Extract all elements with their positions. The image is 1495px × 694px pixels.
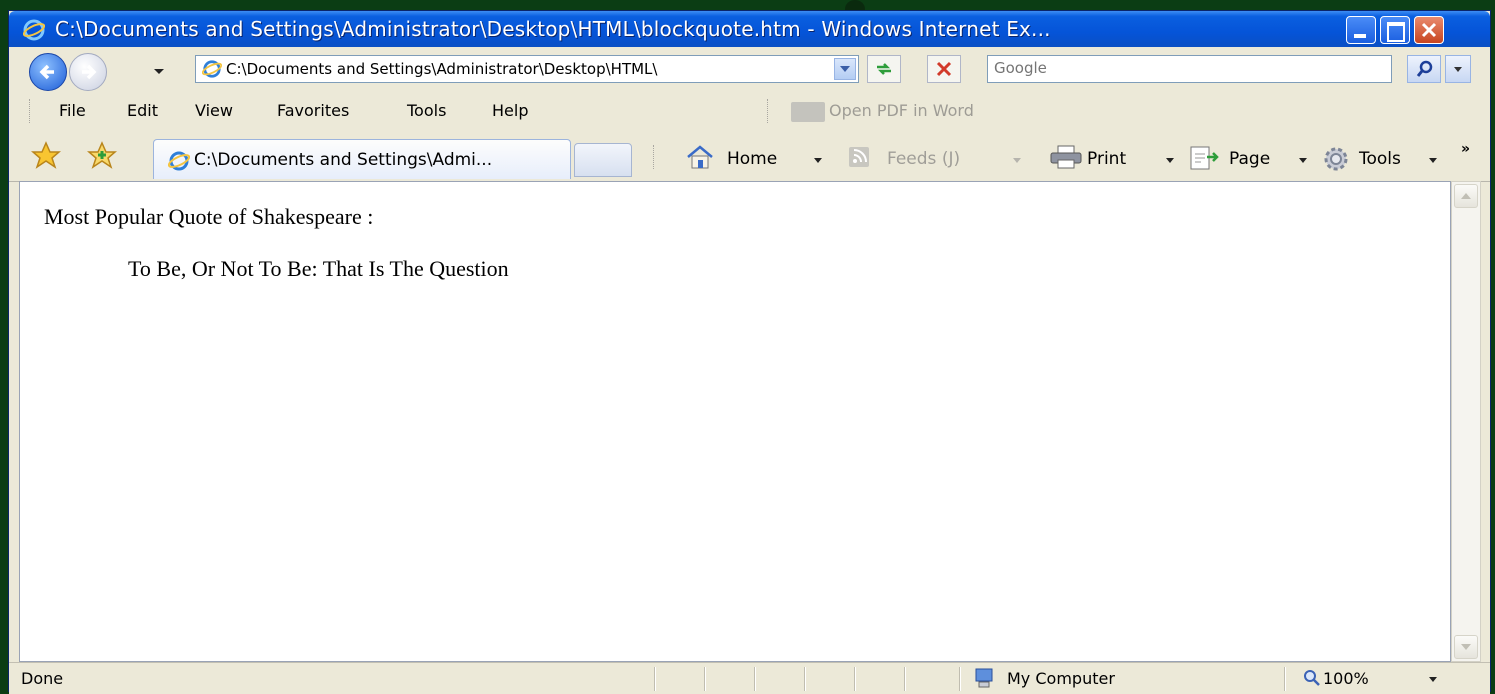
back-arrow-icon bbox=[39, 64, 54, 80]
search-button[interactable] bbox=[1407, 55, 1441, 83]
ie-page-icon bbox=[168, 151, 190, 171]
tab-command-bar: C:\Documents and Settings\Admi... Home F… bbox=[9, 133, 1490, 182]
vertical-scrollbar[interactable] bbox=[1451, 181, 1481, 662]
window-title: C:\Documents and Settings\Administrator\… bbox=[55, 17, 1051, 41]
status-divider bbox=[959, 667, 961, 691]
refresh-icon bbox=[877, 63, 891, 75]
menu-edit[interactable]: Edit bbox=[127, 101, 158, 120]
minimize-icon bbox=[1354, 34, 1366, 38]
address-dropdown[interactable] bbox=[834, 58, 856, 80]
search-options-dropdown[interactable] bbox=[1445, 55, 1471, 83]
add-favorites-icon[interactable] bbox=[87, 141, 117, 169]
feeds-dropdown[interactable] bbox=[1013, 158, 1021, 163]
feeds-button[interactable]: Feeds (J) bbox=[887, 149, 960, 169]
page-heading-text: Most Popular Quote of Shakespeare : bbox=[44, 204, 374, 229]
zoom-dropdown[interactable] bbox=[1429, 677, 1437, 682]
print-button[interactable]: Print bbox=[1087, 149, 1126, 169]
forward-button[interactable] bbox=[69, 53, 107, 91]
status-divider bbox=[854, 667, 856, 691]
print-dropdown[interactable] bbox=[1166, 158, 1174, 163]
toolbar-grip[interactable] bbox=[653, 145, 657, 169]
recent-pages-dropdown[interactable] bbox=[154, 69, 164, 74]
close-button[interactable] bbox=[1414, 16, 1444, 44]
open-pdf-in-word-button[interactable]: Open PDF in Word bbox=[829, 101, 974, 120]
new-tab-button[interactable] bbox=[574, 143, 632, 177]
blockquote-text: To Be, Or Not To Be: That Is The Questio… bbox=[128, 256, 509, 281]
tools-button[interactable]: Tools bbox=[1359, 149, 1401, 169]
security-zone-label[interactable]: My Computer bbox=[1007, 669, 1115, 688]
more-commands-chevron-icon[interactable]: » bbox=[1461, 141, 1470, 157]
ie-logo-icon bbox=[23, 19, 45, 41]
status-divider bbox=[704, 667, 706, 691]
search-input[interactable] bbox=[988, 56, 1390, 80]
home-icon bbox=[687, 145, 713, 169]
zoom-level[interactable]: 100% bbox=[1323, 669, 1369, 688]
print-icon bbox=[1050, 145, 1082, 169]
back-button[interactable] bbox=[29, 53, 67, 91]
search-icon bbox=[1416, 60, 1433, 77]
page-button[interactable]: Page bbox=[1229, 149, 1270, 169]
address-toolbar: C:\Documents and Settings\Administrator\… bbox=[9, 47, 1490, 92]
home-button[interactable]: Home bbox=[727, 149, 777, 169]
feeds-icon bbox=[849, 147, 869, 167]
menu-favorites[interactable]: Favorites bbox=[277, 101, 349, 120]
ie-window: C:\Documents and Settings\Administrator\… bbox=[8, 10, 1491, 694]
page-content: Most Popular Quote of Shakespeare : To B… bbox=[19, 181, 1451, 662]
menu-tools[interactable]: Tools bbox=[407, 101, 446, 120]
status-text: Done bbox=[21, 669, 64, 688]
ie-page-icon bbox=[202, 60, 222, 78]
tab-label: C:\Documents and Settings\Admi... bbox=[194, 150, 493, 170]
tools-gear-icon bbox=[1324, 147, 1348, 171]
refresh-button[interactable] bbox=[867, 55, 901, 83]
tab-current-page[interactable]: C:\Documents and Settings\Admi... bbox=[153, 139, 571, 179]
page-icon bbox=[1190, 146, 1219, 170]
scroll-down-button[interactable] bbox=[1454, 635, 1478, 659]
status-divider bbox=[904, 667, 906, 691]
home-dropdown[interactable] bbox=[814, 158, 822, 163]
page-dropdown[interactable] bbox=[1299, 158, 1307, 163]
favorites-star-icon[interactable] bbox=[31, 141, 61, 169]
menu-bar: File Edit View Favorites Tools Help Open… bbox=[9, 91, 1490, 134]
stop-icon bbox=[936, 61, 952, 77]
toolbar-grip[interactable] bbox=[767, 99, 771, 123]
status-divider bbox=[654, 667, 656, 691]
pdf-word-icon bbox=[791, 102, 825, 122]
address-url[interactable]: C:\Documents and Settings\Administrator\… bbox=[226, 60, 822, 78]
zoom-icon bbox=[1304, 670, 1320, 686]
maximize-icon bbox=[1387, 22, 1405, 42]
toolbar-grip[interactable] bbox=[29, 99, 33, 123]
menu-help[interactable]: Help bbox=[492, 101, 528, 120]
menu-file[interactable]: File bbox=[59, 101, 86, 120]
address-bar[interactable]: C:\Documents and Settings\Administrator\… bbox=[195, 55, 859, 83]
status-bar: Done My Computer 100% bbox=[9, 662, 1490, 694]
close-icon bbox=[1421, 22, 1437, 38]
my-computer-icon bbox=[975, 668, 993, 688]
title-bar[interactable]: C:\Documents and Settings\Administrator\… bbox=[9, 11, 1490, 47]
minimize-button[interactable] bbox=[1346, 16, 1376, 44]
menu-view[interactable]: View bbox=[195, 101, 233, 120]
maximize-button[interactable] bbox=[1380, 16, 1410, 44]
status-divider bbox=[804, 667, 806, 691]
forward-arrow-icon bbox=[82, 64, 97, 80]
search-box[interactable] bbox=[987, 55, 1392, 83]
status-divider bbox=[754, 667, 756, 691]
scroll-up-button[interactable] bbox=[1454, 184, 1478, 208]
status-divider bbox=[1284, 667, 1286, 691]
stop-button[interactable] bbox=[927, 55, 961, 83]
tools-dropdown[interactable] bbox=[1429, 158, 1437, 163]
